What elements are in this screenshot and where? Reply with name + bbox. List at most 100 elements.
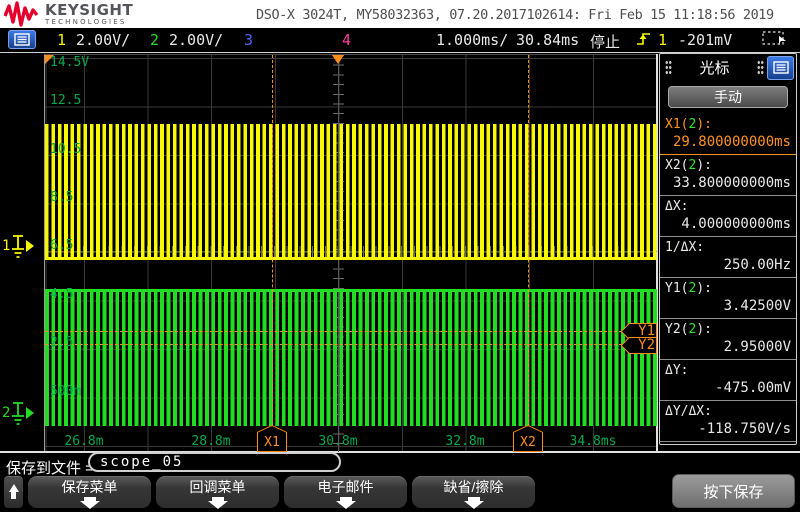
- softkey-label: 电子邮件: [317, 479, 374, 495]
- softkey-back-button[interactable]: [4, 476, 23, 508]
- ch1-level-arrow-icon: [26, 240, 35, 252]
- ch2-waveform-topline: [45, 289, 657, 292]
- y-axis-label: 2.5: [50, 335, 74, 350]
- instrument-title: DSO-X 3024T, MY58032363, 07.20.201710261…: [256, 7, 774, 23]
- x-axis-label: 30.8m: [318, 434, 358, 449]
- down-arrow-icon: [207, 501, 228, 509]
- cursor-row-dx: ΔX: 4.000000000ms: [660, 196, 796, 237]
- ch4-number[interactable]: 4: [342, 31, 351, 49]
- list-icon: [772, 61, 789, 74]
- keysight-logo: KEYSIGHT TECHNOLOGIES: [4, 1, 133, 27]
- cursor-x2-line[interactable]: [528, 55, 529, 452]
- row-label: ΔY:: [665, 363, 689, 378]
- softkey-recall-menu[interactable]: 回调菜单: [156, 476, 279, 509]
- cursor-row-x2[interactable]: X2(2): 33.800000000ms: [660, 155, 796, 196]
- softkey-label: 缺省/擦除: [443, 479, 504, 495]
- ch1-waveform-baseline: [45, 257, 657, 260]
- oscilloscope-screen: KEYSIGHT TECHNOLOGIES DSO-X 3024T, MY580…: [0, 0, 800, 512]
- panel-menu-button[interactable]: [767, 55, 794, 80]
- trigger-source[interactable]: 1: [658, 31, 667, 49]
- x-axis-label: 26.8m: [64, 434, 104, 449]
- y-axis-label: 8.5: [50, 190, 74, 205]
- softkey-save-menu[interactable]: 保存菜单: [28, 476, 151, 509]
- ch1-ground-marker[interactable]: 1: [2, 234, 35, 258]
- ch2-number[interactable]: 2: [150, 31, 159, 49]
- ch2-marker-number: 2: [2, 405, 11, 421]
- down-arrow-icon: [335, 501, 356, 509]
- softkey-default-erase[interactable]: 缺省/擦除: [412, 476, 535, 509]
- status-bar: 1 2.00V/ 2 2.00V/ 3 4 1.000ms/ 30.84ms 停…: [0, 28, 800, 52]
- filename-input[interactable]: [88, 452, 341, 472]
- x-axis-label: 28.8m: [191, 434, 231, 449]
- keysight-pulse-icon: [4, 1, 39, 27]
- grip-dots-icon: [757, 60, 764, 75]
- ch2-level-arrow-icon: [26, 407, 35, 419]
- cursor-panel-title-bar[interactable]: 光标: [660, 54, 796, 81]
- y-axis-label: 14.5V: [50, 55, 90, 70]
- cursor-dy-dx-value: -118.750V/s: [698, 421, 791, 437]
- cursor-row-y1[interactable]: Y1(2): 3.42500V: [660, 278, 796, 319]
- menu-button[interactable]: [8, 30, 36, 49]
- softkey-label: 回调菜单: [189, 479, 246, 495]
- ch2-ground-marker[interactable]: 2: [2, 401, 35, 425]
- cursor-row-y2[interactable]: Y2(2): 2.95000V: [660, 319, 796, 360]
- y-axis-label: 10.5: [50, 142, 82, 157]
- timebase-value[interactable]: 1.000ms/: [436, 31, 508, 49]
- press-to-save-button[interactable]: 按下保存: [672, 474, 795, 508]
- cursor-row-x1[interactable]: X1(2): 29.800000000ms: [660, 114, 796, 155]
- grip-dots-icon: [665, 60, 672, 75]
- y-axis-label: 12.5: [50, 93, 82, 108]
- select-box-icon[interactable]: [762, 31, 788, 51]
- row-label: 1/ΔX:: [665, 240, 705, 255]
- cursor-row-dy: ΔY: -475.00mV: [660, 360, 796, 401]
- edge-trigger-icon: [636, 31, 652, 51]
- cursor-y2-line[interactable]: [45, 344, 657, 345]
- trigger-level[interactable]: -201mV: [678, 31, 732, 49]
- y-axis-label: 4.5: [50, 287, 74, 302]
- row-label: X2(: [665, 158, 689, 173]
- cursor-x1-tag-label: X1: [264, 435, 280, 450]
- ch1-scale[interactable]: 2.00V/: [76, 31, 130, 49]
- cursor-dy-value: -475.00mV: [715, 380, 791, 396]
- row-label-suffix: ):: [696, 281, 712, 296]
- cursor-x2-tag[interactable]: X2: [513, 425, 543, 452]
- ch1-waveform: [45, 124, 657, 260]
- run-state[interactable]: 停止: [590, 31, 620, 52]
- cursor-mode-button[interactable]: 手动: [668, 86, 788, 108]
- row-label: ΔY/ΔX:: [665, 404, 712, 419]
- brand-subtitle: TECHNOLOGIES: [45, 17, 127, 26]
- delay-value[interactable]: 30.84ms: [516, 31, 579, 49]
- cursor-x1-line[interactable]: [272, 55, 273, 452]
- ch1-number[interactable]: 1: [57, 31, 66, 49]
- delay-reference-icon[interactable]: [332, 55, 344, 64]
- save-to-file-label: 保存到文件 =: [6, 460, 94, 477]
- plot-region: 1 2 14.5V 12.5 10.5 8.5 6.5 4.5 2.5 500m…: [0, 54, 658, 453]
- cursor-panel: 光标 手动 X1(2): 29.800000000ms X2(2): 33.80…: [659, 53, 797, 445]
- cursor-inv-dx-value: 250.00Hz: [723, 257, 791, 273]
- row-label: ΔX:: [665, 199, 689, 214]
- row-label-suffix: ):: [696, 117, 712, 132]
- cursor-y1-value: 3.42500V: [723, 298, 791, 314]
- softkey-email[interactable]: 电子邮件: [284, 476, 407, 509]
- ch2-scale[interactable]: 2.00V/: [169, 31, 223, 49]
- y-axis-label: 500m: [50, 384, 82, 399]
- ground-icon: [12, 402, 25, 425]
- softkey-label: 保存菜单: [61, 479, 118, 495]
- cursor-y1-line[interactable]: [45, 331, 657, 332]
- waveform-plot: 14.5V 12.5 10.5 8.5 6.5 4.5 2.5 500m 26.…: [44, 54, 657, 452]
- cursor-y1-tag-label: Y1: [638, 323, 655, 339]
- ch1-marker-number: 1: [2, 238, 11, 254]
- cursor-x1-value: 29.800000000ms: [672, 134, 791, 150]
- top-strip: KEYSIGHT TECHNOLOGIES DSO-X 3024T, MY580…: [0, 0, 800, 28]
- ch3-number[interactable]: 3: [244, 31, 253, 49]
- x-axis-label: 32.8m: [445, 434, 485, 449]
- x-axis-label: 34.8ms: [569, 434, 617, 449]
- cursor-y2-tag-label: Y2: [638, 337, 655, 353]
- list-icon: [14, 33, 30, 46]
- cursor-x1-tag[interactable]: X1: [257, 425, 287, 452]
- row-label: X1(: [665, 117, 689, 132]
- down-arrow-icon: [79, 501, 100, 509]
- cursor-x2-tag-label: X2: [520, 435, 536, 450]
- cursor-sidebar: 光标 手动 X1(2): 29.800000000ms X2(2): 33.80…: [658, 53, 800, 453]
- brand-name: KEYSIGHT: [45, 0, 134, 19]
